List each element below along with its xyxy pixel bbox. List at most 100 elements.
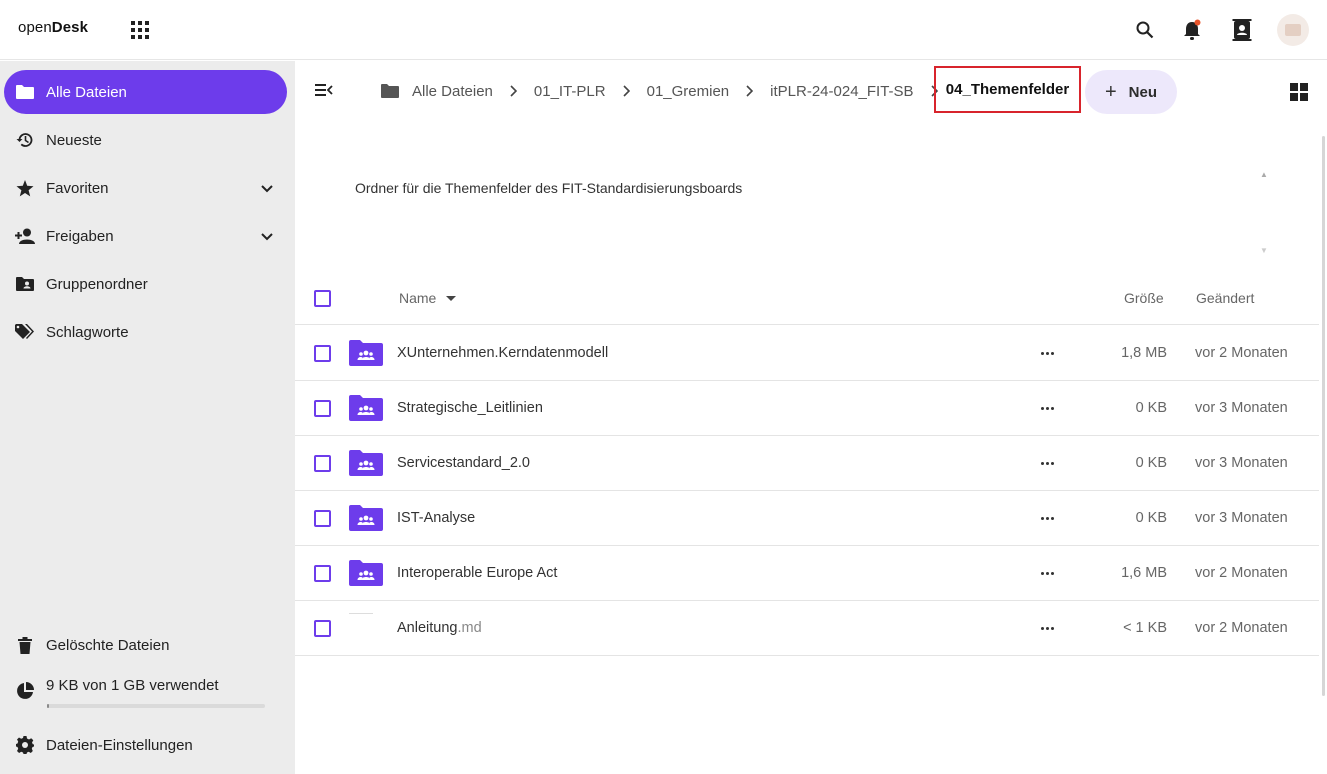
quota-label: 9 KB von 1 GB verwendet [46,676,219,694]
description-scroll-up-icon[interactable]: ▲ [1260,170,1268,179]
breadcrumb-item[interactable]: Alle Dateien [381,83,534,100]
chevron-right-icon [746,85,754,97]
row-checkbox[interactable] [314,455,331,472]
history-icon [4,131,46,149]
more-actions-icon[interactable] [1041,627,1054,630]
sidebar-item-favoriten[interactable]: Favoriten [4,166,287,210]
file-name[interactable]: IST-Analyse [397,510,475,526]
main-content: Alle Dateien 01_IT-PLR 01_Gremien itPLR-… [295,61,1327,774]
file-name[interactable]: XUnternehmen.Kerndatenmodell [397,345,608,361]
file-icon [349,613,373,614]
group-folder-icon [349,340,383,366]
new-button-label: Neu [1128,83,1158,101]
sidebar-item-alle-dateien[interactable]: Alle Dateien [4,70,287,114]
sidebar-item-neueste[interactable]: Neueste [4,118,287,162]
table-row[interactable]: XUnternehmen.Kerndatenmodell 1,8 MB vor … [295,326,1319,381]
file-modified: vor 2 Monaten [1195,565,1288,581]
table-row[interactable]: Strategische_Leitlinien 0 KB vor 3 Monat… [295,381,1319,436]
top-bar: openDesk [0,0,1327,60]
group-folder-icon [4,277,46,291]
pie-chart-icon [4,682,46,700]
select-all-checkbox[interactable] [314,290,331,307]
settings-label: Dateien-Einstellungen [46,736,193,754]
sidebar-item-deleted-files[interactable]: Gelöschte Dateien [4,623,287,667]
file-name[interactable]: Anleitung.md [397,620,482,636]
chevron-down-icon[interactable] [261,228,273,246]
chevron-down-icon[interactable] [261,180,273,198]
file-size: 0 KB [1135,510,1167,526]
breadcrumb-item[interactable]: itPLR-24-024_FIT-SB [770,83,954,100]
sidebar-item-label: Alle Dateien [46,83,127,101]
avatar[interactable] [1277,14,1309,46]
sidebar-item-label: Neueste [46,131,102,149]
group-folder-icon [349,395,383,421]
breadcrumb-label[interactable]: 01_Gremien [647,83,730,100]
chevron-right-icon [623,85,630,97]
file-name[interactable]: Interoperable Europe Act [397,565,557,581]
table-row[interactable]: Interoperable Europe Act 1,6 MB vor 2 Mo… [295,546,1319,601]
row-checkbox[interactable] [314,620,331,637]
group-folder-icon [349,505,383,531]
table-header: Name Größe Geändert [295,272,1319,325]
file-size: 0 KB [1135,455,1167,471]
table-row[interactable]: IST-Analyse 0 KB vor 3 Monaten [295,491,1319,546]
tag-icon [4,324,46,340]
group-folder-icon [349,560,383,586]
column-header-size[interactable]: Größe [1124,290,1164,306]
more-actions-icon[interactable] [1041,407,1054,410]
row-checkbox[interactable] [314,345,331,362]
file-name[interactable]: Servicestandard_2.0 [397,455,530,471]
breadcrumb: Alle Dateien 01_IT-PLR 01_Gremien itPLR-… [381,69,955,113]
breadcrumb-label[interactable]: itPLR-24-024_FIT-SB [770,83,913,100]
sidebar-item-label: Favoriten [46,179,109,197]
group-folder-icon [349,450,383,476]
files-settings-button[interactable]: Dateien-Einstellungen [4,723,287,767]
apps-grid-icon[interactable] [131,21,149,39]
file-size: < 1 KB [1123,620,1167,636]
deleted-files-label: Gelöschte Dateien [46,636,170,654]
table-row[interactable]: Anleitung.md < 1 KB vor 2 Monaten [295,601,1319,656]
more-actions-icon[interactable] [1041,352,1054,355]
share-user-icon [4,228,46,244]
file-size: 0 KB [1135,400,1167,416]
table-row[interactable]: Servicestandard_2.0 0 KB vor 3 Monaten [295,436,1319,491]
row-checkbox[interactable] [314,565,331,582]
sort-descending-icon [446,295,457,301]
breadcrumb-label[interactable]: 01_IT-PLR [534,83,606,100]
row-checkbox[interactable] [314,510,331,527]
row-checkbox[interactable] [314,400,331,417]
more-actions-icon[interactable] [1041,462,1054,465]
toggle-navigation-icon[interactable] [315,83,333,102]
plus-icon: + [1104,80,1117,103]
sidebar-item-freigaben[interactable]: Freigaben [4,214,287,258]
column-header-name[interactable]: Name [399,290,457,306]
breadcrumb-item[interactable]: 01_Gremien [647,83,771,100]
chevron-right-icon [510,85,517,97]
description-scroll-down-icon[interactable]: ▼ [1260,246,1268,255]
column-header-name-label: Name [399,290,437,306]
breadcrumb-current[interactable]: 04_Themenfelder [934,66,1081,113]
scrollbar[interactable] [1322,136,1325,696]
grid-view-icon[interactable] [1290,83,1308,101]
sidebar-item-schlagworte[interactable]: Schlagworte [4,310,287,354]
bell-icon[interactable] [1180,18,1204,42]
contacts-icon[interactable] [1230,18,1254,42]
file-modified: vor 3 Monaten [1195,455,1288,471]
file-size: 1,8 MB [1121,345,1167,361]
file-name[interactable]: Strategische_Leitlinien [397,400,543,416]
column-header-modified[interactable]: Geändert [1196,290,1254,306]
folder-icon [4,85,46,99]
more-actions-icon[interactable] [1041,517,1054,520]
trash-icon [4,636,46,654]
search-icon[interactable] [1133,18,1157,42]
file-size: 1,6 MB [1121,565,1167,581]
breadcrumb-item[interactable]: 01_IT-PLR [534,83,647,100]
sidebar-item-label: Freigaben [46,227,114,245]
more-actions-icon[interactable] [1041,572,1054,575]
breadcrumb-label[interactable]: Alle Dateien [412,83,493,100]
sidebar-item-gruppenordner[interactable]: Gruppenordner [4,262,287,306]
file-modified: vor 3 Monaten [1195,510,1288,526]
new-button[interactable]: + Neu [1085,70,1177,114]
sidebar-item-label: Gruppenordner [46,275,148,293]
opendesk-logo[interactable]: openDesk [18,19,88,36]
